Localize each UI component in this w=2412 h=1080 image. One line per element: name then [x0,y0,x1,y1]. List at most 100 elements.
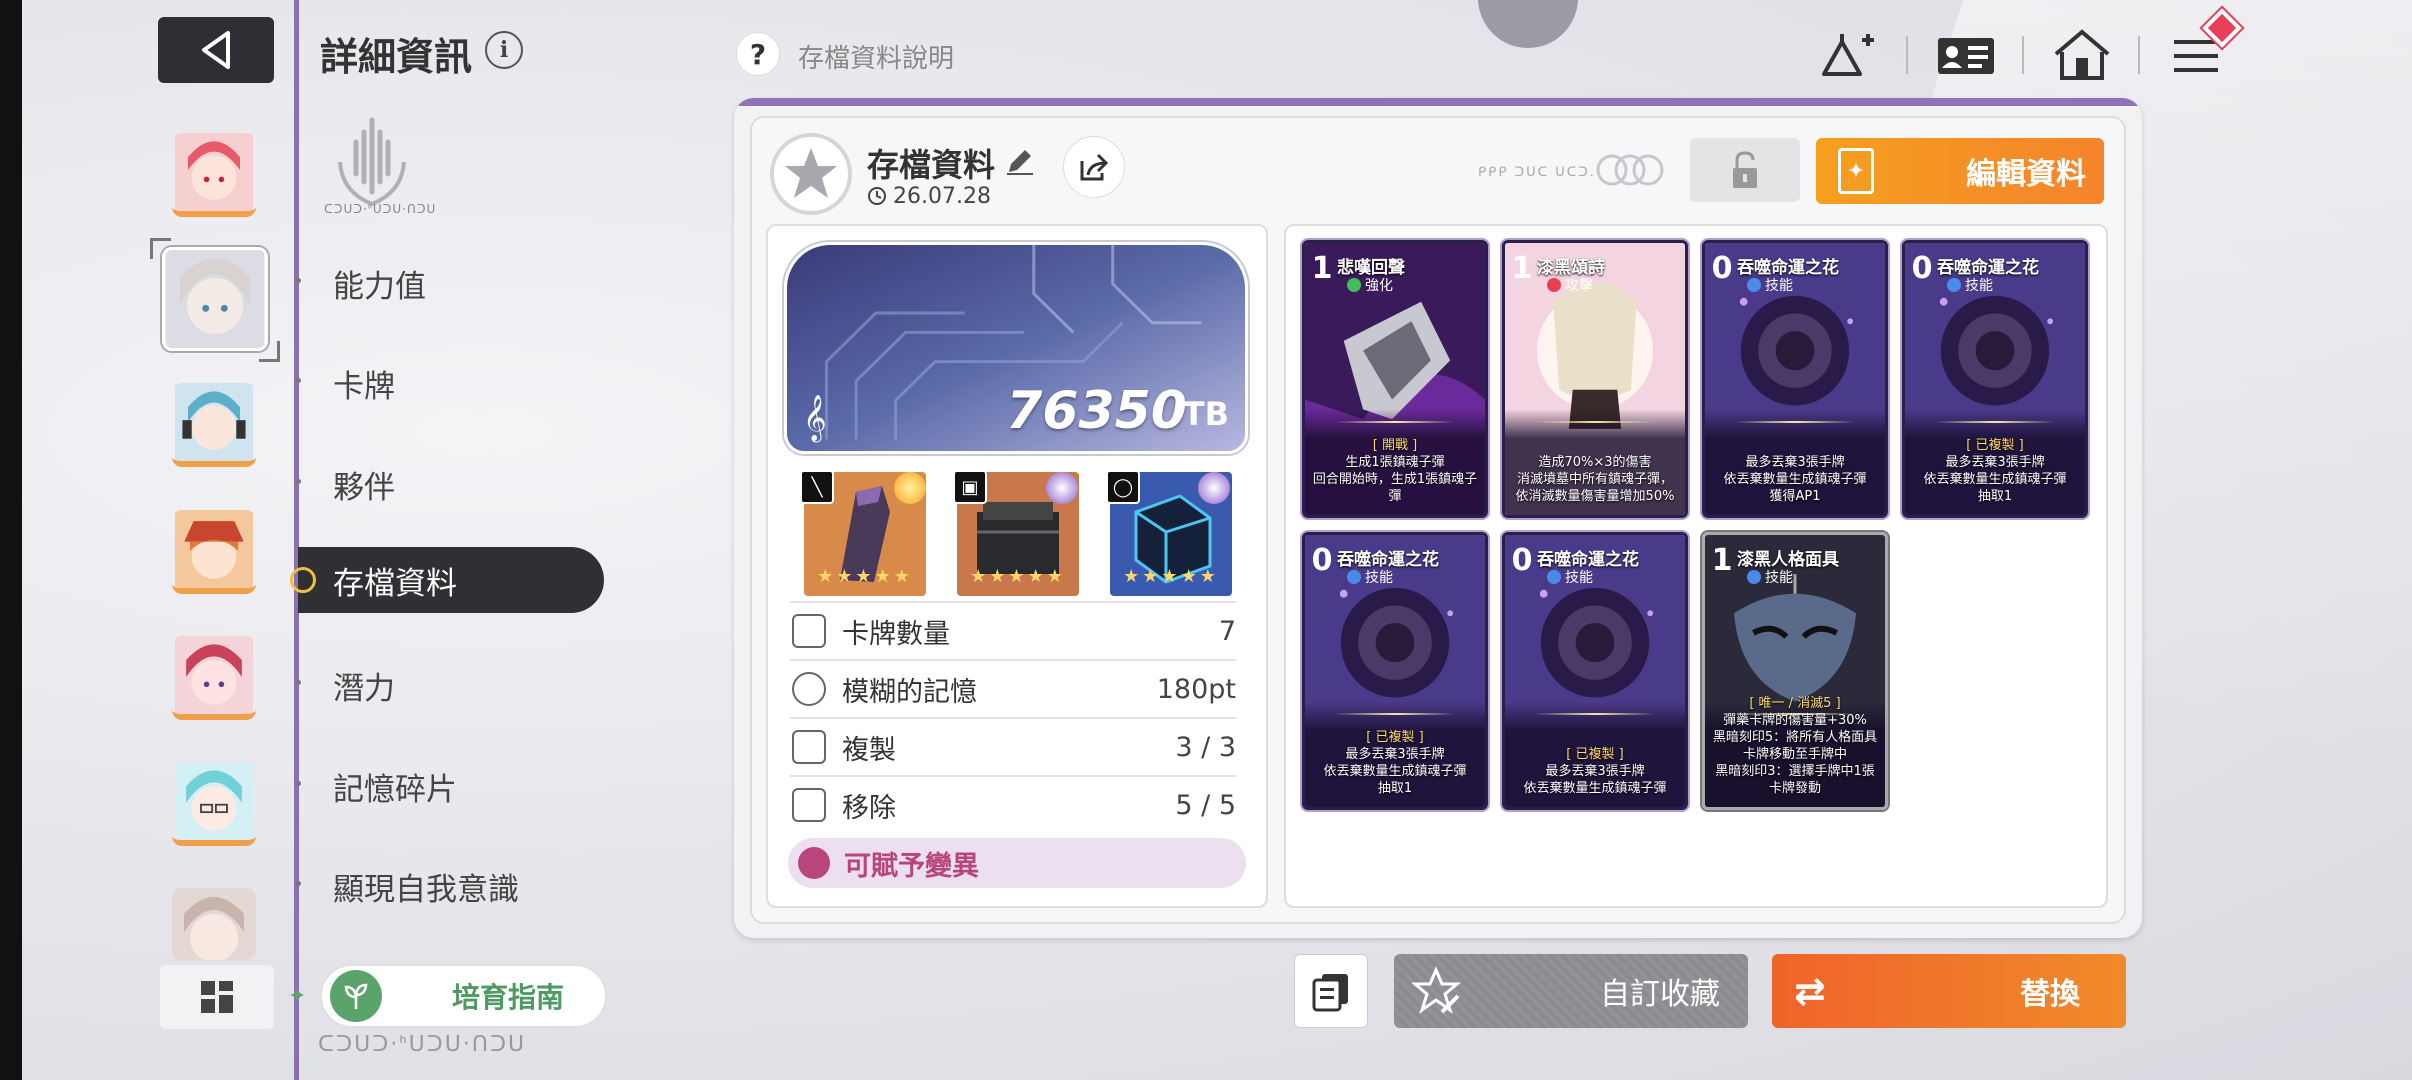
custom-favorite-button[interactable]: 自訂收藏 [1394,954,1748,1028]
card-type: 強化 [1347,275,1393,295]
card-effect: 最多丟棄3張手牌 依丟棄數量生成鎮魂子彈 抽取1 [1923,455,2067,504]
card-type: 技能 [1747,567,1793,587]
copy-icon [792,730,826,764]
rings-decor-icon [1596,154,1664,186]
card-divider [1335,421,1455,423]
page-title: 詳細資訊 [320,35,473,79]
card-tag: [ 已複製 ] [1366,730,1424,745]
stat-value: 7 [1218,615,1236,647]
nav-item-memory-fragments[interactable]: 記憶碎片 [333,764,457,809]
character-avatar-3[interactable] [172,383,256,467]
card-count-icon [792,614,826,648]
sprout-icon [330,970,382,1022]
card-type: 攻擊 [1547,275,1593,295]
nav-item-ego-manifest[interactable]: 顯現自我意識 [333,864,519,909]
nav-dot [296,278,301,283]
toolbar-divider [2022,36,2024,74]
nav-dot [296,378,301,383]
collection-icon [1312,974,1348,1012]
stat-card-count: 卡牌數量 7 [790,601,1236,659]
card-tag: [ 已複製 ] [1966,438,2024,453]
home-icon[interactable] [2052,28,2112,82]
edit-pencil-icon[interactable] [1005,146,1035,176]
nav-dot [296,881,301,886]
grid-view-button[interactable] [160,965,274,1029]
deck-card[interactable]: 1 漆黑頌詩 攻擊 造成70%×3的傷害 消滅墳墓中所有鎮魂子彈，依消滅數量傷害量增加… [1502,240,1688,518]
nav-item-partners[interactable]: 夥伴 [333,462,395,507]
profile-card-icon[interactable] [1936,28,1996,82]
character-avatar-5[interactable] [172,636,256,720]
info-icon[interactable]: i [485,31,523,69]
deck-card[interactable]: 0 吞噬命運之花 技能[ 已複製 ] 最多丟棄3張手牌 依丟棄數量生成鎮魂子彈 抽取1 [1902,240,2088,518]
equipment-stars: ★★★★★ [817,566,913,587]
add-friend-icon[interactable] [1818,28,1878,82]
help-text[interactable]: 存檔資料說明 [798,38,954,75]
nav-dot [296,680,301,685]
deck-card[interactable]: 0 吞噬命運之花 技能[ 已複製 ] 最多丟棄3張手牌 依丟棄數量生成鎮魂子彈 [1502,532,1688,810]
card-type: 技能 [1547,567,1593,587]
equipment-stars: ★★★★★ [970,566,1066,587]
character-avatar-4[interactable] [172,510,256,594]
lock-button[interactable] [1690,138,1800,202]
swap-button[interactable]: ⇄ 替換 [1772,954,2126,1028]
card-cost: 1 [1511,251,1533,286]
training-guide-button[interactable]: 培育指南 [320,964,607,1028]
deck-card[interactable]: 1 漆黑人格面具 技能[ 唯一 / 消滅5 ] 彈藥卡牌的傷害量+30% 黑暗刻印5：… [1702,532,1888,810]
stat-label: 移除 [842,792,896,824]
card-cost: 0 [1911,251,1933,286]
stat-label: 卡牌數量 [842,618,950,650]
toolbar-divider [1906,36,1908,74]
card-tag: [ 唯一 / 消滅5 ] [1749,696,1841,711]
rarity-swirl-icon [1198,472,1230,504]
back-arrow-icon [202,31,230,69]
character-avatar-7[interactable] [172,888,256,960]
stat-label: 複製 [842,734,896,766]
clock-icon [868,187,886,205]
training-guide-label: 培育指南 [452,981,565,1014]
nav-item-save-data[interactable]: 存檔資料 [290,547,604,613]
nav-item-save-data-label: 存檔資料 [333,565,457,602]
deck-card[interactable]: 0 吞噬命運之花 技能[ 已複製 ] 最多丟棄3張手牌 依丟棄數量生成鎮魂子彈 抽取1 [1302,532,1488,810]
card-effect: 生成1張鎮魂子彈 回合開始時，生成1張鎮魂子彈 [1312,455,1478,504]
nav-item-potential[interactable]: 潛力 [333,663,395,708]
card-effect: 最多丟棄3張手牌 依丟棄數量生成鎮魂子彈 獲得AP1 [1723,455,1867,504]
ring-type-icon: ◯ [1106,470,1140,504]
character-avatar-2-selected[interactable] [162,247,268,351]
edit-data-button[interactable]: ✦ 編輯資料 [1816,138,2104,204]
card-divider [1535,421,1655,423]
equipment-stars: ★★★★★ [1123,566,1219,587]
nav-item-cards[interactable]: 卡牌 [333,361,395,406]
collection-button[interactable] [1294,954,1368,1028]
character-avatar-1[interactable] [172,133,256,217]
nav-dot [296,781,301,786]
stat-label: 模糊的記憶 [842,676,977,708]
sparkle-icon: ✦ [288,984,307,1009]
deck-card[interactable]: 1 悲嘆回聲 強化[ 開戰 ] 生成1張鎮魂子彈 回合開始時，生成1張鎮魂子彈 [1302,240,1488,518]
stat-value: 5 / 5 [1175,789,1236,821]
brain-icon [792,672,826,706]
share-button[interactable] [1063,136,1125,198]
active-indicator-icon [290,567,316,593]
nav-item-stats[interactable]: 能力值 [333,261,426,306]
emblem-caption: ᑕᑐᑌᑐ·ᑋᑌᑐᑌ·ᑎᑐᑌ [324,202,437,216]
card-cost: 0 [1311,543,1333,578]
stat-blurry-memory: 模糊的記憶 180pt [790,659,1236,717]
stat-value: 180pt [1156,673,1236,705]
edit-data-label: 編輯資料 [1966,157,2086,192]
back-button[interactable] [158,17,274,83]
stat-remove: 移除 5 / 5 [790,775,1236,833]
lock-icon [1733,151,1757,188]
card-divider [1335,713,1455,715]
card-type: 技能 [1947,275,1993,295]
help-icon[interactable]: ? [736,32,780,76]
card-edit-icon: ✦ [1838,148,1874,194]
character-avatar-6[interactable] [172,762,256,846]
star-icon [785,148,837,198]
mutation-available[interactable]: 可賦予變異 [788,838,1246,888]
tb-unit: TB [1182,395,1229,433]
stat-copy: 複製 3 / 3 [790,717,1236,775]
custom-favorite-label: 自訂收藏 [1600,977,1720,1012]
deck-card[interactable]: 0 吞噬命運之花 技能 最多丟棄3張手牌 依丟棄數量生成鎮魂子彈 獲得AP1 [1702,240,1888,518]
card-cost: 1 [1711,543,1733,578]
save-date: 26.07.28 [867,184,991,209]
